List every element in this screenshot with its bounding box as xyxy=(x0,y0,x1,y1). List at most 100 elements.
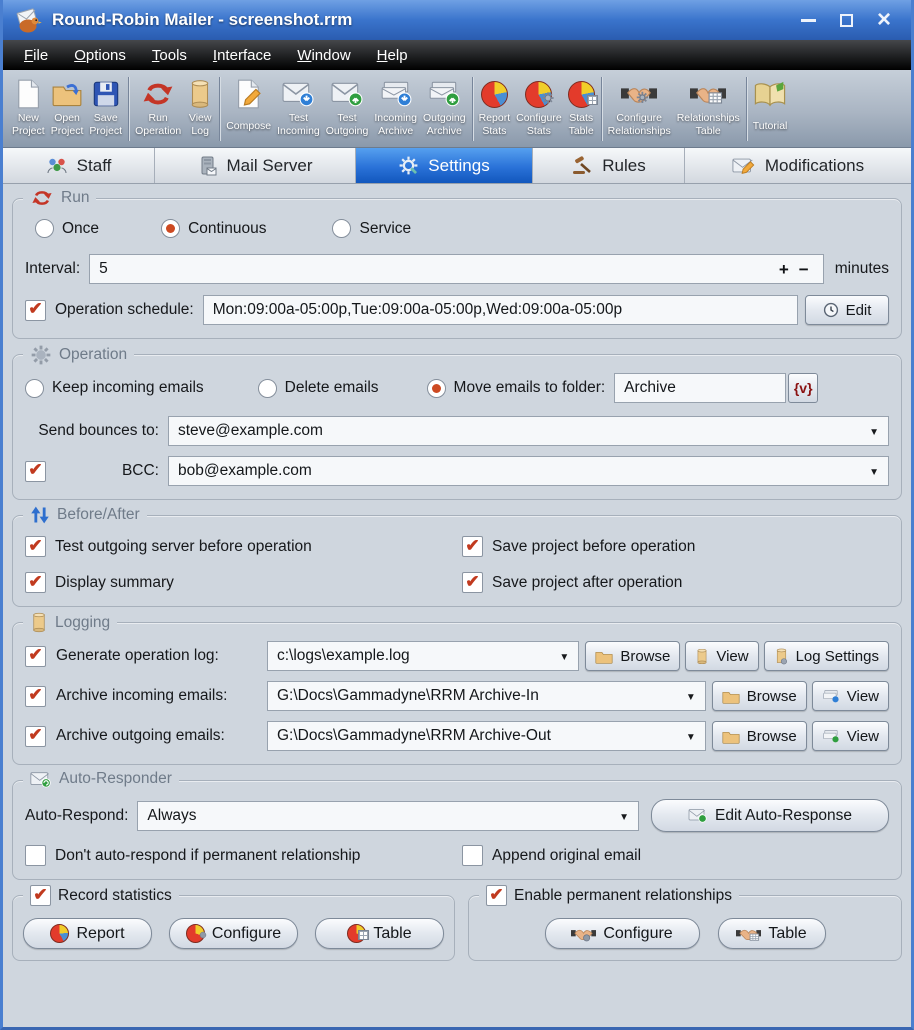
report-stats-button[interactable]: Report Stats xyxy=(476,74,514,140)
stats-configure-button[interactable]: Configure xyxy=(169,918,298,949)
bcc-combobox[interactable]: bob@example.com xyxy=(168,456,889,486)
schedule-field[interactable] xyxy=(203,295,798,325)
dont-auto-respond-checkbox-item[interactable]: Don't auto-respond if permanent relation… xyxy=(25,845,462,866)
menu-help[interactable]: Help xyxy=(366,44,419,67)
archive-in-path-combobox[interactable]: G:\Docs\Gammadyne\RRM Archive-In xyxy=(267,681,706,711)
menu-interface[interactable]: Interface xyxy=(202,44,282,67)
gear-icon xyxy=(198,930,208,940)
tab-rules[interactable]: Rules xyxy=(533,148,685,183)
move-folder-field[interactable] xyxy=(614,373,786,403)
radio-keep-incoming[interactable]: Keep incoming emails xyxy=(25,379,204,398)
log-settings-button[interactable]: Log Settings xyxy=(764,641,889,671)
archive-in-browse-button[interactable]: Browse xyxy=(712,681,807,711)
checkbox[interactable] xyxy=(25,536,46,557)
archive-out-browse-button[interactable]: Browse xyxy=(712,721,807,751)
relationships-configure-button[interactable]: Configure xyxy=(545,918,700,949)
stats-report-button[interactable]: Report xyxy=(23,918,152,949)
radio-circle[interactable] xyxy=(35,219,54,238)
save-after-checkbox-item[interactable]: Save project after operation xyxy=(462,572,889,593)
archive-outgoing-checkbox[interactable] xyxy=(25,726,46,747)
test-incoming-button[interactable]: Test Incoming xyxy=(274,74,323,140)
schedule-input[interactable] xyxy=(213,296,788,324)
interval-decrement-button[interactable]: − xyxy=(794,261,814,278)
archive-incoming-checkbox[interactable] xyxy=(25,686,46,707)
dropdown-arrow-icon[interactable] xyxy=(551,647,569,665)
configure-stats-button[interactable]: Configure Stats xyxy=(513,74,565,140)
stats-table-button[interactable]: Stats Table xyxy=(565,74,598,140)
log-browse-button[interactable]: Browse xyxy=(585,641,680,671)
open-folder-icon xyxy=(52,80,82,108)
maximize-button[interactable] xyxy=(840,14,853,27)
test-outgoing-button[interactable]: Test Outgoing xyxy=(323,74,372,140)
checkbox[interactable] xyxy=(462,845,483,866)
save-before-checkbox-item[interactable]: Save project before operation xyxy=(462,536,889,557)
compose-button[interactable]: Compose xyxy=(223,74,274,135)
archive-out-path-combobox[interactable]: G:\Docs\Gammadyne\RRM Archive-Out xyxy=(267,721,706,751)
outgoing-archive-button[interactable]: Outgoing Archive xyxy=(420,74,469,140)
menu-file[interactable]: File xyxy=(13,44,59,67)
incoming-archive-button[interactable]: Incoming Archive xyxy=(371,74,420,140)
generate-log-checkbox[interactable] xyxy=(25,646,46,667)
send-bounces-combobox[interactable]: steve@example.com xyxy=(168,416,889,446)
tab-modifications[interactable]: Modifications xyxy=(685,148,911,183)
radio-move-emails[interactable]: Move emails to folder: xyxy=(427,379,606,398)
test-outgoing-before-checkbox-item[interactable]: Test outgoing server before operation xyxy=(25,536,462,557)
menu-window[interactable]: Window xyxy=(286,44,361,67)
checkbox[interactable] xyxy=(25,845,46,866)
log-view-button[interactable]: View xyxy=(685,641,758,671)
menu-tools[interactable]: Tools xyxy=(141,44,198,67)
operation-schedule-checkbox[interactable] xyxy=(25,300,46,321)
interval-input[interactable] xyxy=(99,255,774,283)
menu-options[interactable]: Options xyxy=(63,44,137,67)
tab-settings[interactable]: Settings xyxy=(356,148,533,183)
radio-circle[interactable] xyxy=(161,219,180,238)
archive-in-view-button[interactable]: View xyxy=(812,681,889,711)
enable-relationships-checkbox[interactable] xyxy=(486,885,507,906)
archive-out-view-button[interactable]: View xyxy=(812,721,889,751)
dropdown-arrow-icon[interactable] xyxy=(861,462,879,480)
configure-relationships-button[interactable]: Configure Relationships xyxy=(605,74,674,140)
view-log-button[interactable]: View Log xyxy=(184,74,216,140)
edit-auto-response-button[interactable]: Edit Auto-Response xyxy=(651,799,889,832)
dropdown-arrow-icon[interactable] xyxy=(611,807,629,825)
save-project-button[interactable]: Save Project xyxy=(86,74,125,140)
checkbox[interactable] xyxy=(462,536,483,557)
new-project-button[interactable]: New Project xyxy=(9,74,48,140)
close-button[interactable]: × xyxy=(877,12,891,28)
operation-group: Operation Keep incoming emails Delete em… xyxy=(12,354,902,500)
checkbox[interactable] xyxy=(462,572,483,593)
relationships-table-button[interactable]: Relationships Table xyxy=(674,74,743,140)
radio-circle[interactable] xyxy=(25,379,44,398)
radio-circle[interactable] xyxy=(427,379,446,398)
radio-once[interactable]: Once xyxy=(35,219,99,238)
dropdown-arrow-icon[interactable] xyxy=(861,422,879,440)
tab-mail-server[interactable]: Mail Server xyxy=(155,148,356,183)
log-path-combobox[interactable]: c:\logs\example.log xyxy=(267,641,579,671)
open-project-button[interactable]: Open Project xyxy=(48,74,87,140)
record-statistics-checkbox[interactable] xyxy=(30,885,51,906)
radio-delete-emails[interactable]: Delete emails xyxy=(258,379,379,398)
dropdown-arrow-icon[interactable] xyxy=(678,727,696,745)
interval-field[interactable]: + − xyxy=(89,254,824,284)
tutorial-button[interactable]: Tutorial xyxy=(750,74,791,135)
move-folder-input[interactable] xyxy=(624,374,776,402)
minimize-button[interactable] xyxy=(801,19,816,22)
interval-increment-button[interactable]: + xyxy=(774,261,794,278)
radio-continuous[interactable]: Continuous xyxy=(161,219,266,238)
radio-circle[interactable] xyxy=(258,379,277,398)
variables-button[interactable]: {v} xyxy=(788,373,818,403)
radio-service[interactable]: Service xyxy=(332,219,411,238)
dropdown-arrow-icon[interactable] xyxy=(678,687,696,705)
display-summary-checkbox-item[interactable]: Display summary xyxy=(25,572,462,593)
checkbox[interactable] xyxy=(25,572,46,593)
run-operation-button[interactable]: Run Operation xyxy=(132,74,184,140)
schedule-edit-button[interactable]: Edit xyxy=(805,295,889,325)
bcc-checkbox[interactable] xyxy=(25,461,46,482)
logging-group: Logging Generate operation log: c:\logs\… xyxy=(12,622,902,765)
radio-circle[interactable] xyxy=(332,219,351,238)
relationships-table-button-bottom[interactable]: Table xyxy=(718,918,826,949)
tab-staff[interactable]: Staff xyxy=(3,148,155,183)
stats-table-button-bottom[interactable]: Table xyxy=(315,918,444,949)
auto-respond-combobox[interactable]: Always xyxy=(137,801,639,831)
append-original-checkbox-item[interactable]: Append original email xyxy=(462,845,889,866)
